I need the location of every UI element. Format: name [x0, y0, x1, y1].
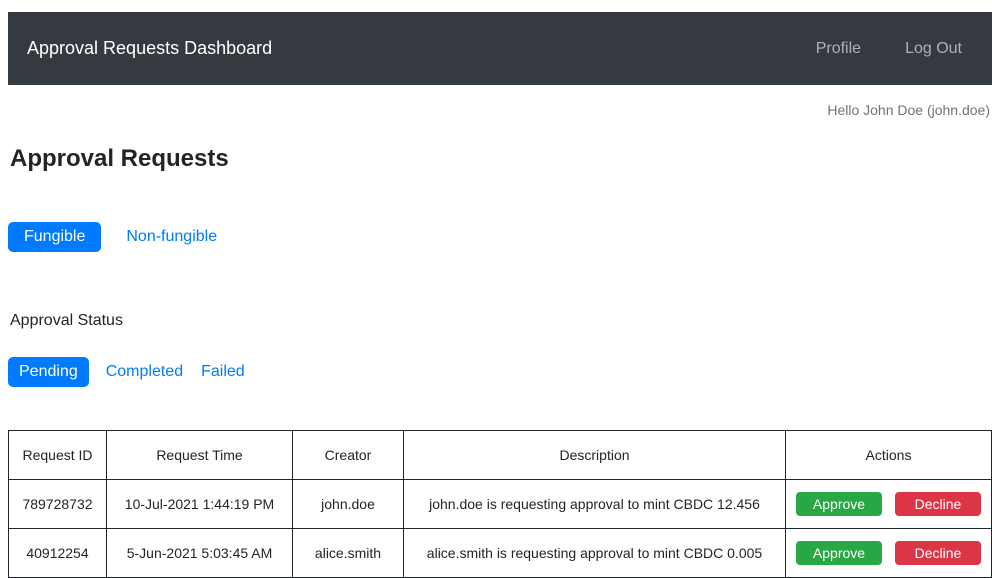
cell-description: john.doe is requesting approval to mint … [403, 479, 786, 529]
page-title: Approval Requests [10, 145, 229, 172]
table-row: 789728732 10-Jul-2021 1:44:19 PM john.do… [8, 479, 992, 529]
navbar-brand[interactable]: Approval Requests Dashboard [27, 38, 272, 59]
header-actions: Actions [785, 430, 992, 480]
table-header-row: Request ID Request Time Creator Descript… [8, 430, 992, 480]
profile-link[interactable]: Profile [816, 40, 861, 58]
cell-request-id: 40912254 [8, 528, 107, 578]
table-row: 40912254 5-Jun-2021 5:03:45 AM alice.smi… [8, 528, 992, 578]
header-request-time: Request Time [106, 430, 293, 480]
cell-creator: john.doe [292, 479, 404, 529]
status-tabs: Pending Completed Failed [8, 357, 254, 387]
cell-actions: Approve Decline [785, 528, 992, 578]
cell-actions: Approve Decline [785, 479, 992, 529]
approval-status-label: Approval Status [10, 312, 123, 329]
cell-request-time: 5-Jun-2021 5:03:45 AM [106, 528, 293, 578]
tab-fungible[interactable]: Fungible [8, 222, 102, 252]
header-description: Description [403, 430, 786, 480]
tab-failed[interactable]: Failed [192, 357, 254, 387]
tab-non-fungible[interactable]: Non-fungible [110, 222, 233, 252]
approve-button[interactable]: Approve [796, 541, 882, 565]
tab-pending[interactable]: Pending [8, 357, 89, 387]
tab-completed[interactable]: Completed [97, 357, 192, 387]
top-navbar: Approval Requests Dashboard Profile Log … [8, 12, 992, 85]
approve-button[interactable]: Approve [796, 492, 882, 516]
cell-description: alice.smith is requesting approval to mi… [403, 528, 786, 578]
approval-requests-table: Request ID Request Time Creator Descript… [8, 430, 992, 578]
header-request-id: Request ID [8, 430, 107, 480]
decline-button[interactable]: Decline [895, 541, 981, 565]
navbar-links: Profile Log Out [816, 40, 962, 58]
cell-request-id: 789728732 [8, 479, 107, 529]
logout-link[interactable]: Log Out [905, 40, 962, 58]
asset-type-tabs: Fungible Non-fungible [8, 222, 233, 252]
cell-request-time: 10-Jul-2021 1:44:19 PM [106, 479, 293, 529]
cell-creator: alice.smith [292, 528, 404, 578]
decline-button[interactable]: Decline [895, 492, 981, 516]
header-creator: Creator [292, 430, 404, 480]
user-greeting: Hello John Doe (john.doe) [827, 102, 990, 118]
